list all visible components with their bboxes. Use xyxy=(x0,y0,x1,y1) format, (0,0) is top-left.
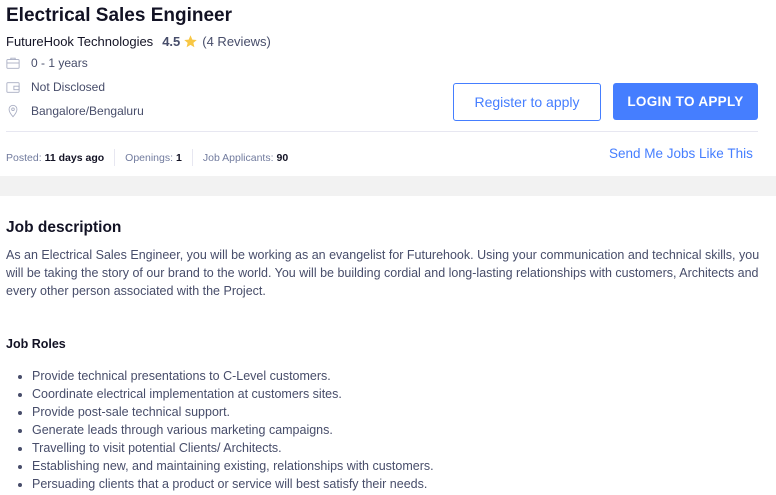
list-item: Establishing new, and maintaining existi… xyxy=(32,457,762,475)
posted-stat: Posted: 11 days ago xyxy=(6,152,104,164)
openings-label: Openings: xyxy=(125,151,174,164)
job-title: Electrical Sales Engineer xyxy=(6,5,233,26)
reviews-link[interactable]: (4 Reviews) xyxy=(202,34,271,49)
job-description-body: As an Electrical Sales Engineer, you wil… xyxy=(6,248,760,298)
applicants-value: 90 xyxy=(276,151,289,164)
header-divider xyxy=(6,131,758,132)
stat-separator xyxy=(114,149,116,166)
job-roles-list: Provide technical presentations to C-Lev… xyxy=(32,367,762,493)
company-row: FutureHook Technologies 4.5 (4 Reviews) xyxy=(6,34,271,49)
posted-value: 11 days ago xyxy=(44,151,105,164)
job-header-card: Electrical Sales Engineer FutureHook Tec… xyxy=(0,0,776,176)
location-row: Bangalore/Bengaluru xyxy=(6,104,144,118)
send-me-jobs-like-this-link[interactable]: Send Me Jobs Like This xyxy=(609,146,753,161)
job-roles-heading: Job Roles xyxy=(6,337,66,351)
location-link[interactable]: Bangalore/Bengaluru xyxy=(31,104,144,118)
section-gap xyxy=(0,176,776,196)
list-item: Travelling to visit potential Clients/ A… xyxy=(32,439,762,457)
experience-row: 0 - 1 years xyxy=(6,56,88,70)
openings-value: 1 xyxy=(176,151,182,164)
posted-label: Posted: xyxy=(6,151,42,164)
list-item: Coordinate electrical implementation at … xyxy=(32,385,762,403)
job-stats-row: Posted: 11 days ago Openings: 1 Job Appl… xyxy=(6,149,288,166)
login-to-apply-button[interactable]: LOGIN TO APPLY xyxy=(613,83,758,120)
company-name-link[interactable]: FutureHook Technologies xyxy=(6,34,153,49)
openings-stat: Openings: 1 xyxy=(125,152,182,164)
list-item: Generate leads through various marketing… xyxy=(32,421,762,439)
rating-value: 4.5 xyxy=(162,34,181,49)
applicants-label: Job Applicants: xyxy=(202,151,274,164)
register-to-apply-button[interactable]: Register to apply xyxy=(453,83,601,121)
briefcase-icon xyxy=(6,57,20,69)
experience-text: 0 - 1 years xyxy=(31,56,88,70)
star-icon xyxy=(184,35,198,48)
location-pin-icon xyxy=(8,104,18,118)
job-description-heading: Job description xyxy=(6,219,122,236)
stat-separator xyxy=(191,149,193,166)
wallet-icon xyxy=(6,82,20,93)
applicants-stat: Job Applicants: 90 xyxy=(203,152,288,164)
job-description-section: Job description As an Electrical Sales E… xyxy=(0,196,776,495)
list-item: Provide technical presentations to C-Lev… xyxy=(32,367,762,385)
list-item: Provide post-sale technical support. xyxy=(32,403,762,421)
salary-text: Not Disclosed xyxy=(31,80,106,94)
salary-row: Not Disclosed xyxy=(6,80,105,94)
list-item: Persuading clients that a product or ser… xyxy=(32,475,762,493)
